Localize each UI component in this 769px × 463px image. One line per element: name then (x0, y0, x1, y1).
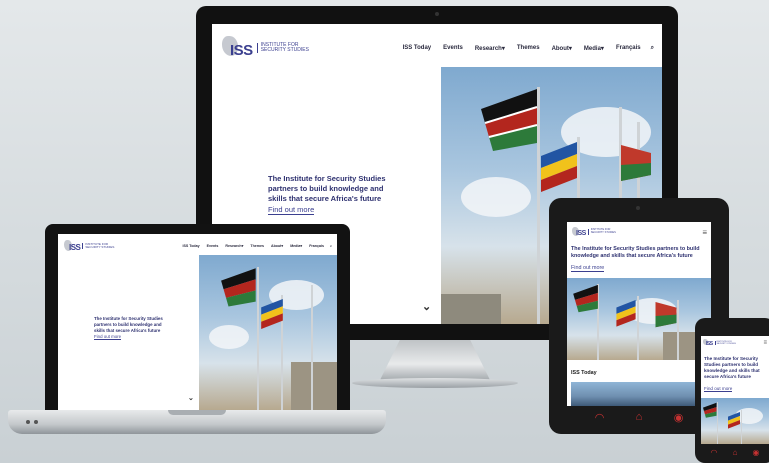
tablet-hero-photo (567, 278, 711, 360)
logo-mark: ISS (571, 226, 587, 237)
laptop-logo[interactable]: ISS Institute for Security Studies (63, 239, 114, 252)
desktop-logo[interactable]: ISS Institute for Security Studies (220, 35, 309, 59)
laptop-screen: ISS Institute for Security Studies ISS To… (58, 234, 337, 410)
home-icon[interactable]: ⌂ (733, 448, 738, 457)
desktop-hero-text: The Institute for Security Studies partne… (268, 174, 386, 203)
logo-mark: ISS (220, 35, 255, 59)
back-icon[interactable]: ◠ (595, 411, 605, 424)
nav-francais[interactable]: Français (309, 244, 324, 248)
phone-softkeys: ◠ ⌂ ◉ (703, 448, 767, 457)
logo-mark: ISS (63, 239, 81, 252)
monitor-base (352, 378, 518, 388)
kenya-flag (573, 284, 598, 313)
phone-logo[interactable]: ISS Institute for Security Studies (703, 338, 736, 347)
caret-down-icon: ▾ (501, 45, 505, 52)
tablet-menu: ≡ (702, 228, 707, 237)
logo-name: Institute for Security Studies (587, 228, 616, 235)
nav-themes[interactable]: Themes (250, 244, 264, 248)
nav-events[interactable]: Events (443, 45, 463, 51)
tablet-logo[interactable]: ISS Institute for Security Studies (571, 226, 616, 237)
red-flag (655, 302, 677, 328)
chevron-down-icon[interactable]: ⌄ (422, 300, 431, 313)
phone-menu: ≡ (763, 340, 767, 346)
multicolor-flag (261, 299, 283, 329)
red-flag (621, 145, 651, 181)
caret-down-icon: ▾ (241, 244, 244, 248)
menu-icon[interactable]: ≡ (763, 340, 767, 346)
logo-name: Institute for Security Studies (82, 242, 114, 250)
nav-iss-today[interactable]: ISS Today (403, 45, 432, 51)
recent-apps-icon[interactable]: ◉ (674, 411, 684, 424)
tablet-screen: ISS Institute for Security Studies ≡ The … (567, 222, 711, 406)
monitor-stand (380, 340, 490, 380)
phone-nav: ISS Institute for Security Studies ≡ (701, 336, 769, 350)
multicolor-flag (728, 412, 740, 429)
logo-name: Institute for Security Studies (256, 42, 309, 54)
chevron-down-icon[interactable]: ⌄ (188, 394, 194, 402)
search-icon[interactable]: ⌕ (330, 244, 332, 248)
caret-down-icon: ▾ (300, 244, 303, 248)
menu-icon[interactable]: ≡ (702, 228, 707, 237)
nav-research[interactable]: Research▾ (475, 45, 505, 52)
laptop-hero-text: The Institute for Security Studies partne… (94, 316, 163, 333)
tablet-nav: ISS Institute for Security Studies ≡ (567, 222, 711, 242)
phone-find-out-more-link[interactable]: Find out more (704, 386, 733, 392)
back-icon[interactable]: ◠ (711, 448, 718, 457)
nav-research[interactable]: Research▾ (225, 244, 243, 248)
laptop-find-out-more-link[interactable]: Find out more (94, 334, 122, 340)
desktop-find-out-more-link[interactable]: Find out more (268, 205, 315, 215)
kenya-flag (481, 89, 538, 151)
caret-down-icon: ▾ (600, 45, 604, 52)
tablet-softkeys: ◠ ⌂ ◉ (579, 411, 699, 424)
nav-francais[interactable]: Français (616, 45, 641, 51)
multicolor-flag (616, 300, 636, 327)
phone-hero-photo (701, 398, 769, 444)
recent-apps-icon[interactable]: ◉ (752, 448, 759, 457)
laptop-led (34, 420, 38, 424)
nav-iss-today[interactable]: ISS Today (182, 244, 199, 248)
phone-screen: ISS Institute for Security Studies ≡ The … (701, 336, 769, 444)
logo-mark: ISS (703, 338, 714, 347)
laptop-hero-photo (199, 255, 337, 410)
nav-about[interactable]: About▾ (271, 244, 283, 248)
laptop-notch (168, 410, 226, 415)
caret-down-icon: ▾ (568, 45, 572, 52)
tablet-find-out-more-link[interactable]: Find out more (571, 265, 605, 272)
laptop-menu: ISS Today Events Research▾ Themes About▾… (182, 244, 332, 248)
search-icon[interactable]: ⌕ (651, 45, 654, 52)
monitor-camera (435, 12, 439, 16)
tablet-camera (636, 206, 640, 210)
tablet-hero-text: The Institute for Security Studies partn… (571, 246, 700, 259)
desktop-nav: ISS Institute for Security Studies ISS To… (212, 24, 662, 72)
laptop-led (26, 420, 30, 424)
tablet-section-iss-today: ISS Today (571, 370, 597, 376)
phone-hero-text: The Institute for Security Studies partn… (704, 356, 760, 379)
caret-down-icon: ▾ (281, 244, 284, 248)
nav-about[interactable]: About▾ (552, 45, 572, 52)
tablet-iss-today-photo (571, 382, 707, 406)
desktop-menu: ISS Today Events Research▾ Themes About▾… (403, 45, 654, 52)
nav-media[interactable]: Media▾ (290, 244, 302, 248)
nav-media[interactable]: Media▾ (584, 45, 604, 52)
nav-events[interactable]: Events (207, 244, 219, 248)
laptop-base (8, 410, 386, 434)
phone: ISS Institute for Security Studies ≡ The … (695, 318, 769, 463)
kenya-flag (703, 402, 717, 418)
laptop: ISS Institute for Security Studies ISS To… (45, 224, 350, 414)
logo-name: Institute for Security Studies (714, 340, 736, 346)
kenya-flag (221, 268, 256, 307)
nav-themes[interactable]: Themes (517, 45, 540, 51)
home-icon[interactable]: ⌂ (636, 411, 643, 424)
multicolor-flag (541, 142, 577, 192)
